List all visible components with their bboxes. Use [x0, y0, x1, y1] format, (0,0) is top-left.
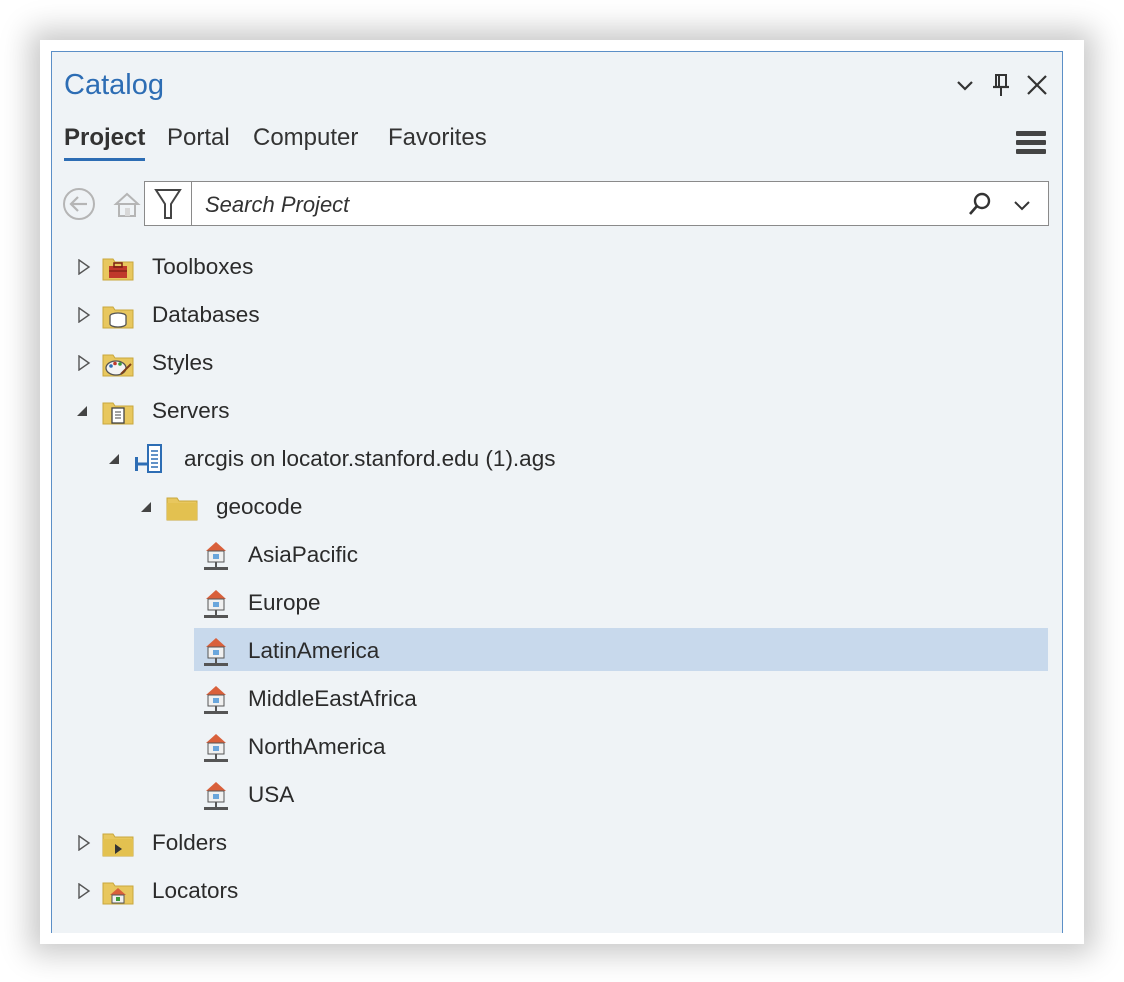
collapse-arrow-icon[interactable]: [74, 403, 90, 419]
server-folder-icon: [102, 402, 134, 425]
style-palette-folder-icon: [102, 354, 134, 377]
tree-item-label: Toolboxes: [152, 254, 254, 279]
expand-arrow-icon[interactable]: [76, 355, 92, 371]
locator-service-icon: [204, 542, 228, 570]
collapse-arrow-icon[interactable]: [138, 499, 154, 515]
locator-service-icon: [204, 686, 228, 714]
tree-item-label: Folders: [152, 830, 228, 855]
tree-item-label: arcgis on locator.stanford.edu (1).ags: [184, 446, 556, 471]
home-icon[interactable]: [112, 190, 142, 220]
pane-title: Catalog: [64, 69, 164, 101]
expand-arrow-icon[interactable]: [76, 883, 92, 899]
collapse-arrow-icon[interactable]: [106, 451, 122, 467]
tree-item-label: Europe: [248, 590, 321, 615]
toolbox-folder-icon: [102, 258, 134, 281]
tree-item-locator-service[interactable]: AsiaPacific: [52, 533, 1052, 577]
ags-server-icon: [135, 444, 162, 473]
tree-item-server-connection[interactable]: arcgis on locator.stanford.edu (1).ags: [52, 437, 1052, 481]
folder-connection-icon: [102, 833, 134, 857]
tree-item-locator-service[interactable]: MiddleEastAfrica: [52, 677, 1052, 721]
tree-item-locator-service[interactable]: USA: [52, 773, 1052, 817]
folder-icon: [166, 497, 198, 521]
tree-item-label: MiddleEastAfrica: [248, 686, 417, 711]
tab-computer[interactable]: Computer: [253, 124, 358, 158]
tree-item-label: Databases: [152, 302, 260, 327]
expand-arrow-icon[interactable]: [76, 835, 92, 851]
tree-item-folders[interactable]: Folders: [52, 821, 1052, 865]
tree-item-label: Servers: [152, 398, 230, 423]
tree-item-geocode-folder[interactable]: geocode: [52, 485, 1052, 529]
tab-portal[interactable]: Portal: [167, 124, 230, 158]
tree-item-label: geocode: [216, 494, 303, 519]
tree-item-label: Locators: [152, 878, 239, 903]
tree-item-label: USA: [248, 782, 295, 807]
expand-arrow-icon[interactable]: [76, 259, 92, 275]
tree-item-locator-service-selected[interactable]: LatinAmerica: [52, 629, 1052, 673]
locator-service-icon: [204, 638, 228, 666]
close-icon[interactable]: [1024, 72, 1050, 98]
tree-item-label: NorthAmerica: [248, 734, 386, 759]
tree-item-locator-service[interactable]: Europe: [52, 581, 1052, 625]
locator-service-icon: [204, 734, 228, 762]
hamburger-menu-icon[interactable]: [1016, 130, 1046, 156]
chevron-down-icon[interactable]: [952, 72, 978, 98]
tree-item-servers[interactable]: Servers: [52, 389, 1052, 433]
filter-icon[interactable]: [145, 182, 192, 225]
search-bar: [144, 181, 1049, 226]
tree-item-locators[interactable]: Locators: [52, 869, 1052, 913]
search-icon[interactable]: [967, 191, 993, 217]
tree-item-locator-service[interactable]: NorthAmerica: [52, 725, 1052, 769]
search-options-chevron-icon[interactable]: [1011, 194, 1033, 216]
tree-item-label: Styles: [152, 350, 214, 375]
back-arrow-icon[interactable]: [62, 187, 96, 221]
tab-favorites[interactable]: Favorites: [388, 124, 487, 158]
tree-item-label: AsiaPacific: [248, 542, 359, 567]
pin-icon[interactable]: [988, 72, 1014, 98]
tree-item-databases[interactable]: Databases: [52, 293, 1052, 337]
expand-arrow-icon[interactable]: [76, 307, 92, 323]
locator-service-icon: [204, 782, 228, 810]
tree-item-label: LatinAmerica: [248, 638, 380, 663]
tree-item-toolboxes[interactable]: Toolboxes: [52, 245, 1052, 289]
catalog-pane: Catalog Project Portal Computer Favorite…: [51, 51, 1063, 933]
database-folder-icon: [102, 306, 134, 329]
search-input[interactable]: [203, 190, 957, 220]
tree-item-styles[interactable]: Styles: [52, 341, 1052, 385]
locators-folder-icon: [102, 882, 134, 905]
tab-project[interactable]: Project: [64, 124, 146, 161]
locator-service-icon: [204, 590, 228, 618]
